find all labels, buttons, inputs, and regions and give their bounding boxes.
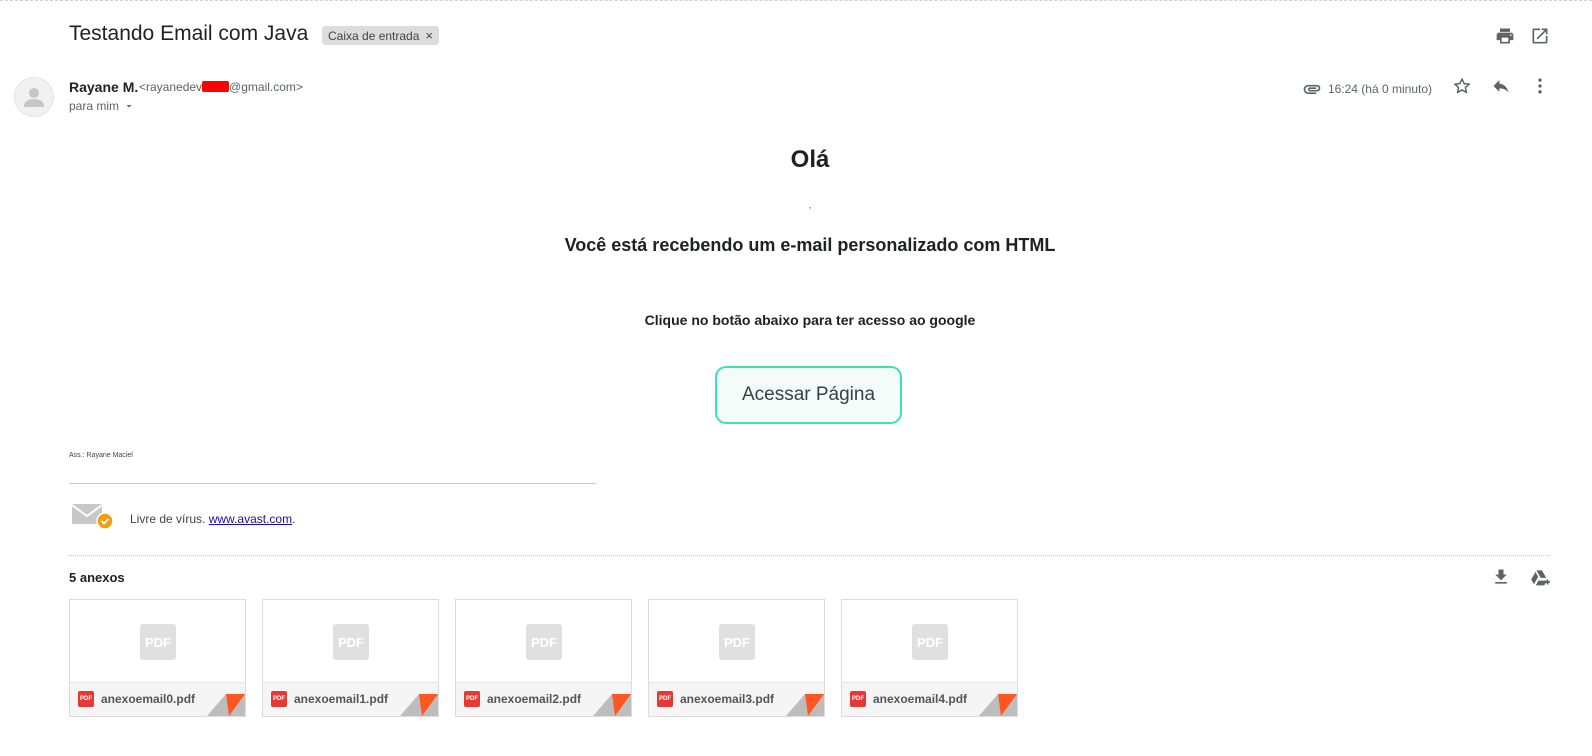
page-fold-icon [979, 694, 1017, 716]
attachment-card[interactable]: PDF PDF anexoemail2.pdf [455, 599, 632, 717]
inbox-label-text: Caixa de entrada [328, 28, 420, 43]
message-time: 16:24 (há 0 minuto) [1327, 82, 1432, 96]
attachment-footer: PDF anexoemail2.pdf [456, 682, 631, 716]
access-page-button[interactable]: Acessar Página [715, 366, 902, 424]
page-fold-icon [786, 694, 824, 716]
avast-link[interactable]: www.avast.com [209, 512, 292, 526]
page-fold-icon [207, 694, 245, 716]
attachment-filename: anexoemail2.pdf [487, 692, 582, 706]
top-border [0, 0, 1592, 1]
avast-period: . [292, 512, 296, 526]
sender-email-prefix: <rayanedev [139, 80, 203, 94]
person-icon [24, 88, 44, 107]
reply-icon[interactable] [1491, 76, 1511, 96]
attachment-footer: PDF anexoemail0.pdf [70, 682, 245, 716]
attachments-divider [69, 555, 1550, 556]
attachment-filename: anexoemail4.pdf [873, 692, 968, 706]
attachment-card[interactable]: PDF PDF anexoemail0.pdf [69, 599, 246, 717]
sender-email-suffix: @gmail.com> [229, 80, 303, 94]
attachment-footer: PDF anexoemail1.pdf [263, 682, 438, 716]
attachment-footer: PDF anexoemail4.pdf [842, 682, 1017, 716]
star-icon[interactable] [1452, 76, 1472, 96]
sender-email: <rayanedev @gmail.com> [139, 80, 303, 94]
greeting-comma: , [808, 200, 812, 210]
redaction-mark [202, 81, 230, 92]
more-vert-icon[interactable] [1530, 76, 1550, 96]
add-to-drive-icon[interactable] [1530, 567, 1550, 587]
open-in-new-window-icon[interactable] [1530, 26, 1550, 46]
message-meta: 16:24 (há 0 minuto) [1302, 79, 1432, 99]
email-headline: Você está recebendo um e-mail personaliz… [564, 235, 1056, 255]
attachments-count: 5 anexos [69, 570, 125, 585]
remove-label-icon[interactable]: × [425, 28, 433, 43]
signature-divider [69, 483, 596, 484]
print-icon[interactable] [1495, 26, 1515, 46]
avast-mail-icon [71, 504, 114, 530]
sender-avatar[interactable] [14, 77, 54, 117]
pdf-thumbnail-icon: PDF [333, 624, 369, 660]
sender-name[interactable]: Rayane M. [69, 79, 138, 95]
pdf-file-icon: PDF [78, 691, 94, 707]
attachment-filename: anexoemail1.pdf [294, 692, 389, 706]
avast-text: Livre de vírus. [130, 512, 206, 526]
attachment-filename: anexoemail3.pdf [680, 692, 775, 706]
pdf-thumbnail-icon: PDF [719, 624, 755, 660]
pdf-file-icon: PDF [657, 691, 673, 707]
attachment-card[interactable]: PDF PDF anexoemail4.pdf [841, 599, 1018, 717]
email-subject: Testando Email com Java [69, 22, 309, 45]
attachment-card[interactable]: PDF PDF anexoemail3.pdf [648, 599, 825, 717]
pdf-file-icon: PDF [850, 691, 866, 707]
recipient-text: para mim [69, 99, 120, 113]
avast-virus-free-line: Livre de vírus. www.avast.com. [130, 512, 295, 526]
pdf-thumbnail-icon: PDF [526, 624, 562, 660]
pdf-thumbnail-icon: PDF [140, 624, 176, 660]
pdf-file-icon: PDF [464, 691, 480, 707]
page-fold-icon [400, 694, 438, 716]
pdf-thumbnail-icon: PDF [912, 624, 948, 660]
attachment-footer: PDF anexoemail3.pdf [649, 682, 824, 716]
instruction-text: Clique no botão abaixo para ter acesso a… [644, 312, 976, 328]
signature-text: Ass.: Rayane Maciel [69, 452, 133, 459]
greeting-heading: Olá [790, 146, 830, 173]
page-fold-icon [593, 694, 631, 716]
download-all-icon[interactable] [1491, 567, 1511, 587]
attachment-filename: anexoemail0.pdf [101, 692, 196, 706]
inbox-label-chip[interactable]: Caixa de entrada × [322, 26, 439, 45]
attachment-card[interactable]: PDF PDF anexoemail1.pdf [262, 599, 439, 717]
chevron-down-icon[interactable] [123, 100, 135, 112]
recipient-details[interactable]: para mim [69, 99, 135, 113]
attachment-icon [1303, 84, 1321, 94]
pdf-file-icon: PDF [271, 691, 287, 707]
